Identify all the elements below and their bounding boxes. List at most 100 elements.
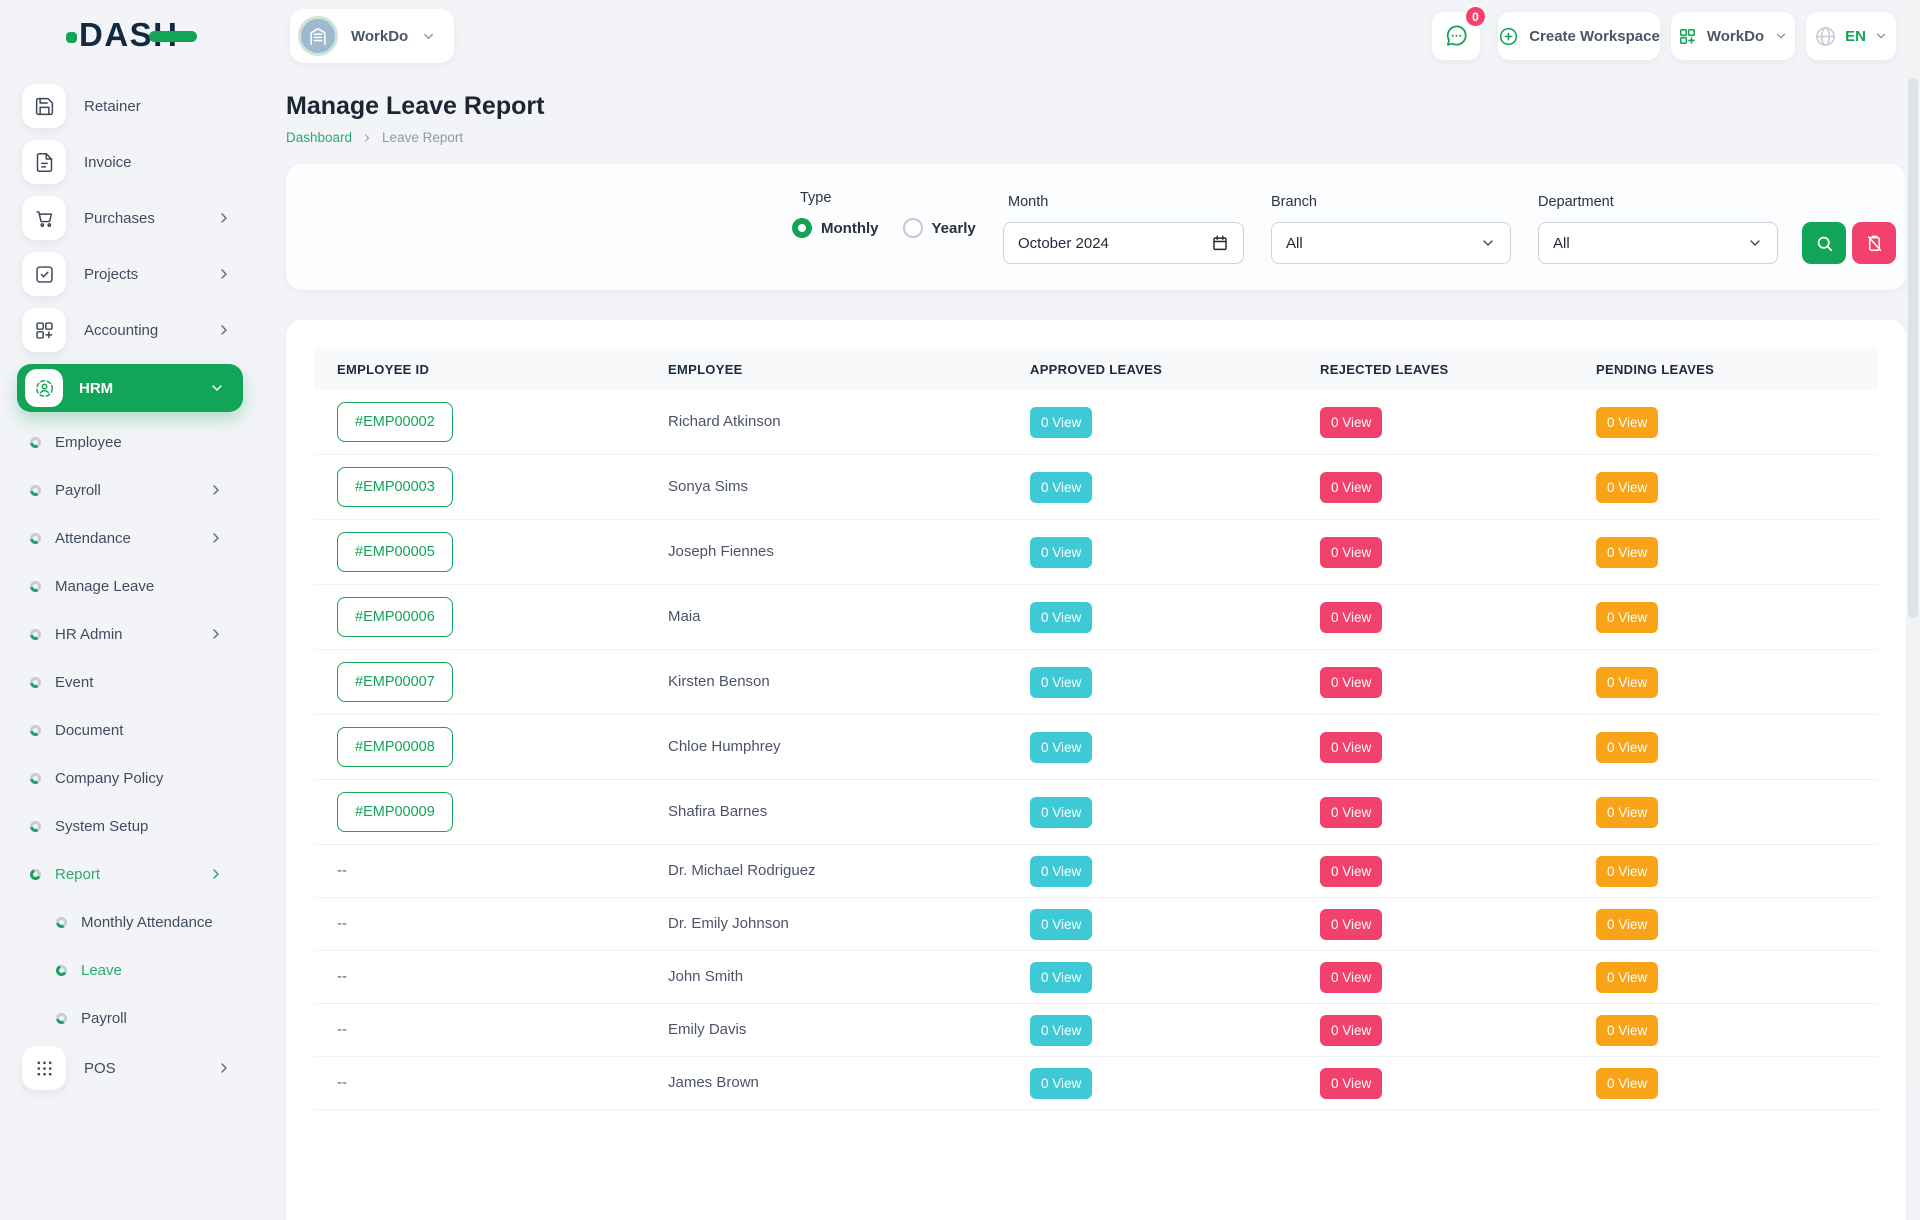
approved-leaves-view-button[interactable]: 0 View <box>1030 667 1092 698</box>
projects-check-icon <box>34 264 55 285</box>
pending-leaves-view-button[interactable]: 0 View <box>1596 909 1658 940</box>
type-radio-yearly[interactable]: Yearly <box>903 218 1000 238</box>
sidebar-item-report[interactable]: Report <box>0 854 260 894</box>
sidebar-item-manage-leave[interactable]: Manage Leave <box>0 566 260 606</box>
sidebar-item-company-policy[interactable]: Company Policy <box>0 758 260 798</box>
approved-leaves-view-button[interactable]: 0 View <box>1030 962 1092 993</box>
pending-leaves-cell: 0 View <box>1573 909 1878 940</box>
sidebar-item-leave[interactable]: Leave <box>0 950 260 990</box>
branch-select[interactable]: All <box>1271 222 1511 264</box>
sidebar-item-pos[interactable]: POS <box>0 1046 260 1090</box>
pending-leaves-view-button[interactable]: 0 View <box>1596 732 1658 763</box>
sidebar-item-projects[interactable]: Projects <box>0 252 260 296</box>
sidebar-item-payroll[interactable]: Payroll <box>0 470 260 510</box>
pending-leaves-view-button[interactable]: 0 View <box>1596 856 1658 887</box>
approved-leaves-view-button[interactable]: 0 View <box>1030 856 1092 887</box>
sidebar-item-monthly-attendance[interactable]: Monthly Attendance <box>0 902 260 942</box>
chevron-right-icon <box>208 626 224 642</box>
rejected-leaves-view-button[interactable]: 0 View <box>1320 732 1382 763</box>
rejected-leaves-view-button[interactable]: 0 View <box>1320 1068 1382 1099</box>
approved-leaves-view-button[interactable]: 0 View <box>1030 909 1092 940</box>
employee-id-button[interactable]: #EMP00005 <box>337 532 453 572</box>
rejected-leaves-view-button[interactable]: 0 View <box>1320 856 1382 887</box>
rejected-leaves-view-button[interactable]: 0 View <box>1320 407 1382 438</box>
app-switcher-button[interactable]: WorkDo <box>1671 12 1795 60</box>
approved-leaves-view-button[interactable]: 0 View <box>1030 472 1092 503</box>
month-input-value[interactable] <box>1018 235 1203 252</box>
pending-leaves-view-button[interactable]: 0 View <box>1596 797 1658 828</box>
type-radio-monthly[interactable]: Monthly <box>792 218 903 238</box>
breadcrumb-dashboard-link[interactable]: Dashboard <box>286 130 352 145</box>
approved-leaves-view-button[interactable]: 0 View <box>1030 797 1092 828</box>
approved-leaves-cell: 0 View <box>1007 407 1297 438</box>
approved-leaves-view-button[interactable]: 0 View <box>1030 602 1092 633</box>
rejected-leaves-view-button[interactable]: 0 View <box>1320 537 1382 568</box>
scrollbar-thumb[interactable] <box>1908 78 1918 618</box>
rejected-leaves-view-button[interactable]: 0 View <box>1320 797 1382 828</box>
sidebar-item-hr-admin[interactable]: HR Admin <box>0 614 260 654</box>
rejected-leaves-cell: 0 View <box>1297 1015 1573 1046</box>
employee-id-button[interactable]: #EMP00008 <box>337 727 453 767</box>
sidebar-item-accounting[interactable]: Accounting <box>0 308 260 352</box>
workspace-selector[interactable]: WorkDo <box>290 9 454 63</box>
bullet-icon <box>56 1013 67 1024</box>
pending-leaves-view-button[interactable]: 0 View <box>1596 602 1658 633</box>
radio-unchecked-icon <box>903 218 923 238</box>
employee-id-button[interactable]: #EMP00002 <box>337 402 453 442</box>
approved-leaves-view-button[interactable]: 0 View <box>1030 1015 1092 1046</box>
pending-leaves-view-button[interactable]: 0 View <box>1596 407 1658 438</box>
sidebar-item-document[interactable]: Document <box>0 710 260 750</box>
pending-leaves-view-button[interactable]: 0 View <box>1596 537 1658 568</box>
approved-leaves-view-button[interactable]: 0 View <box>1030 407 1092 438</box>
sidebar-item-purchases[interactable]: Purchases <box>0 196 260 240</box>
pending-leaves-view-button[interactable]: 0 View <box>1596 962 1658 993</box>
table-row: #EMP00002Richard Atkinson0 View0 View0 V… <box>314 390 1878 455</box>
department-select[interactable]: All <box>1538 222 1778 264</box>
workspace-name: WorkDo <box>351 28 408 45</box>
rejected-leaves-view-button[interactable]: 0 View <box>1320 472 1382 503</box>
rejected-leaves-view-button[interactable]: 0 View <box>1320 667 1382 698</box>
rejected-leaves-view-button[interactable]: 0 View <box>1320 1015 1382 1046</box>
rejected-leaves-view-button[interactable]: 0 View <box>1320 962 1382 993</box>
employee-id-button[interactable]: #EMP00003 <box>337 467 453 507</box>
approved-leaves-view-button[interactable]: 0 View <box>1030 1068 1092 1099</box>
sidebar-item-system-setup[interactable]: System Setup <box>0 806 260 846</box>
bullet-icon <box>30 869 41 880</box>
pending-leaves-view-button[interactable]: 0 View <box>1596 1015 1658 1046</box>
rejected-leaves-view-button[interactable]: 0 View <box>1320 602 1382 633</box>
sidebar-item-employee[interactable]: Employee <box>0 422 260 462</box>
month-input[interactable] <box>1003 222 1244 264</box>
sidebar-item-hrm[interactable]: HRM <box>17 364 243 412</box>
approved-leaves-view-button[interactable]: 0 View <box>1030 732 1092 763</box>
workspace-avatar <box>298 16 338 56</box>
table-row: --Emily Davis0 View0 View0 View <box>314 1004 1878 1057</box>
pending-leaves-view-button[interactable]: 0 View <box>1596 472 1658 503</box>
sidebar-item-label: Payroll <box>81 1010 127 1027</box>
language-selector[interactable]: EN <box>1806 12 1896 60</box>
pending-leaves-view-button[interactable]: 0 View <box>1596 667 1658 698</box>
create-workspace-button[interactable]: Create Workspace <box>1498 12 1660 60</box>
hrm-people-icon <box>34 378 55 399</box>
approved-leaves-cell: 0 View <box>1007 472 1297 503</box>
sidebar-item-event[interactable]: Event <box>0 662 260 702</box>
sidebar-item-retainer[interactable]: Retainer <box>0 84 260 128</box>
approved-leaves-view-button[interactable]: 0 View <box>1030 537 1092 568</box>
export-report-button[interactable] <box>1852 222 1896 264</box>
radio-label: Yearly <box>932 220 976 237</box>
employee-id-cell: -- <box>314 915 645 933</box>
sidebar-item-payroll[interactable]: Payroll <box>0 998 260 1038</box>
rejected-leaves-view-button[interactable]: 0 View <box>1320 909 1382 940</box>
chevron-right-icon <box>216 322 232 338</box>
sidebar-item-invoice[interactable]: Invoice <box>0 140 260 184</box>
sidebar-item-attendance[interactable]: Attendance <box>0 518 260 558</box>
employee-id-button[interactable]: #EMP00009 <box>337 792 453 832</box>
employee-name-cell: Sonya Sims <box>645 478 1007 496</box>
search-button[interactable] <box>1802 222 1846 264</box>
page-scrollbar[interactable] <box>1906 0 1920 1080</box>
messages-button[interactable]: 0 <box>1432 12 1480 60</box>
pending-leaves-view-button[interactable]: 0 View <box>1596 1068 1658 1099</box>
employee-id-button[interactable]: #EMP00007 <box>337 662 453 702</box>
sidebar-nav: Retainer Invoice Purchases Projects Accounti… <box>0 72 260 1102</box>
employee-id-button[interactable]: #EMP00006 <box>337 597 453 637</box>
employee-name: Maia <box>668 608 701 625</box>
